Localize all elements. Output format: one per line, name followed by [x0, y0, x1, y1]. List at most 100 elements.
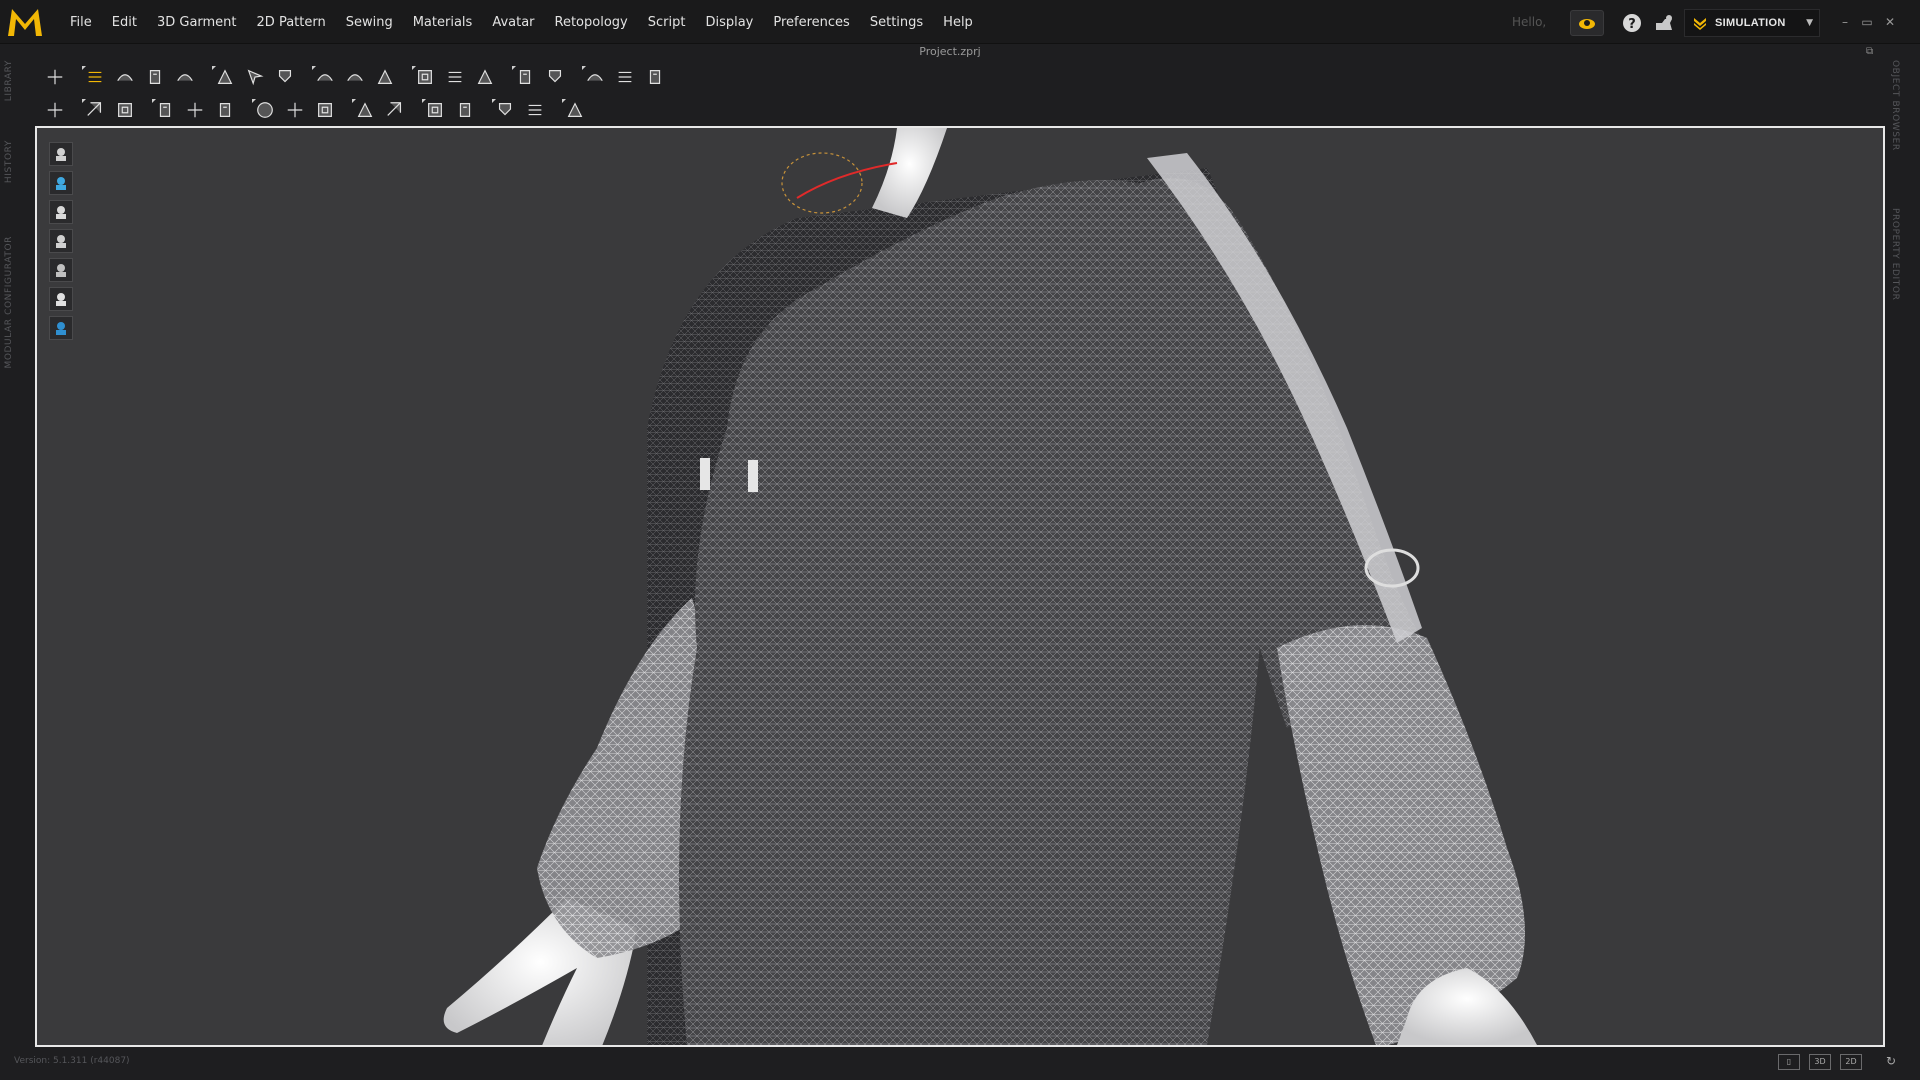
- mode-selector[interactable]: SIMULATION ▼: [1684, 9, 1820, 37]
- reset-2d-icon[interactable]: [270, 64, 300, 90]
- free-sewing-icon[interactable]: [340, 64, 370, 90]
- fold-arrangement-icon[interactable]: [170, 64, 200, 90]
- button-icon[interactable]: [250, 97, 280, 123]
- tab-object-browser[interactable]: OBJECT BROWSER: [1890, 60, 1900, 151]
- mode-label: SIMULATION: [1715, 17, 1786, 29]
- version-text: Version: 5.1.311 (r44087): [14, 1056, 130, 1066]
- texture-icon[interactable]: [49, 258, 73, 282]
- globe-icon[interactable]: [49, 316, 73, 340]
- view-2d-button[interactable]: 2D: [1840, 1054, 1862, 1070]
- simulation-icon: [1694, 18, 1706, 30]
- restore-icon[interactable]: ▭: [1858, 14, 1876, 30]
- chevron-down-icon[interactable]: ▼: [1806, 18, 1813, 28]
- toolbar-separator: [400, 64, 410, 90]
- toolbar-separator: [70, 64, 80, 90]
- menu-preferences[interactable]: Preferences: [763, 15, 859, 30]
- transform-pattern-icon[interactable]: [80, 64, 110, 90]
- toolbar-bottom: [40, 96, 590, 124]
- sync-icon[interactable]: ↻: [1886, 1054, 1896, 1068]
- toolbar-separator: [480, 97, 490, 123]
- app-window: File Edit 3D Garment 2D Pattern Sewing Materi…: [0, 0, 1920, 1080]
- menu-3d-garment[interactable]: 3D Garment: [147, 15, 247, 30]
- fabric-icon[interactable]: [380, 97, 410, 123]
- menu-bar: File Edit 3D Garment 2D Pattern Sewing Materi…: [0, 0, 1920, 44]
- segment-sewing-icon[interactable]: [310, 64, 340, 90]
- menu-display[interactable]: Display: [695, 15, 763, 30]
- tab-modular-configurator[interactable]: MODULAR CONFIGURATOR: [4, 236, 14, 369]
- strengthen-icon[interactable]: [580, 64, 610, 90]
- menu-help[interactable]: Help: [933, 15, 983, 30]
- right-side-tabs: OBJECT BROWSER PROPERTY EDITOR: [1890, 56, 1912, 1056]
- fit-map-icon[interactable]: [560, 97, 590, 123]
- toolbar-separator: [200, 64, 210, 90]
- menu-script[interactable]: Script: [638, 15, 696, 30]
- drawcord-tip-right: [748, 460, 758, 492]
- gauge-icon[interactable]: [350, 97, 380, 123]
- edit-pattern-icon[interactable]: [110, 64, 140, 90]
- garment-view-icon[interactable]: [49, 142, 73, 166]
- select-sewing-icon[interactable]: [80, 97, 110, 123]
- single-view-button[interactable]: ▯: [1778, 1054, 1800, 1070]
- layers-icon[interactable]: [49, 229, 73, 253]
- avatar-silhouette-icon[interactable]: [49, 287, 73, 311]
- toolbar-separator: [300, 64, 310, 90]
- menu-sewing[interactable]: Sewing: [336, 15, 403, 30]
- help-icon[interactable]: ?: [1620, 11, 1644, 35]
- status-bar: Version: 5.1.311 (r44087) ▯ 3D 2D ↻: [0, 1050, 1920, 1080]
- menu-retopology[interactable]: Retopology: [545, 15, 638, 30]
- edit-sewing-icon[interactable]: [110, 97, 140, 123]
- fold-icon[interactable]: [540, 64, 570, 90]
- arrange-icon[interactable]: [210, 64, 240, 90]
- check-sewing-icon[interactable]: [370, 64, 400, 90]
- avatar-pose-icon[interactable]: [40, 97, 70, 123]
- toolbar-separator: [140, 97, 150, 123]
- cloud-icon[interactable]: [1570, 10, 1604, 36]
- menu-2d-pattern[interactable]: 2D Pattern: [247, 15, 336, 30]
- tack-on-avatar-icon[interactable]: [440, 64, 470, 90]
- menu-materials[interactable]: Materials: [403, 15, 483, 30]
- tape-icon[interactable]: [150, 97, 180, 123]
- toolbar-separator: [340, 97, 350, 123]
- greeting-text: Hello,: [1512, 15, 1547, 29]
- menu-avatar[interactable]: Avatar: [482, 15, 544, 30]
- fabric-sphere-icon[interactable]: [49, 171, 73, 195]
- toolbar-separator: [70, 97, 80, 123]
- view-3d-button[interactable]: 3D: [1809, 1054, 1831, 1070]
- 3d-viewport[interactable]: [35, 126, 1885, 1047]
- trim-icon[interactable]: [420, 97, 450, 123]
- tab-property-editor[interactable]: PROPERTY EDITOR: [1890, 208, 1900, 300]
- menu-file[interactable]: File: [60, 15, 102, 30]
- toolbar-separator: [410, 97, 420, 123]
- menu-settings[interactable]: Settings: [860, 15, 933, 30]
- close-icon[interactable]: ✕: [1881, 14, 1899, 30]
- select-move-icon[interactable]: [40, 64, 70, 90]
- shirring-icon[interactable]: [210, 97, 240, 123]
- tack-icon[interactable]: [410, 64, 440, 90]
- avatar-view-icon[interactable]: [49, 200, 73, 224]
- main-menu: File Edit 3D Garment 2D Pattern Sewing Materi…: [60, 0, 983, 44]
- tab-history[interactable]: HISTORY: [4, 140, 14, 183]
- fold-line-icon[interactable]: [180, 97, 210, 123]
- topstitch-icon[interactable]: [610, 64, 640, 90]
- puckering-icon[interactable]: [640, 64, 670, 90]
- pin-tool-icon[interactable]: [520, 97, 550, 123]
- popout-icon[interactable]: ⧉: [1866, 46, 1873, 57]
- svg-text:?: ?: [1628, 17, 1636, 32]
- select-mesh-icon[interactable]: [510, 64, 540, 90]
- measure-icon[interactable]: [450, 97, 480, 123]
- pin-icon[interactable]: [470, 64, 500, 90]
- grain-line-icon[interactable]: [490, 97, 520, 123]
- marvelous-logo-icon[interactable]: [6, 6, 44, 38]
- menu-edit[interactable]: Edit: [102, 15, 147, 30]
- reset-arrangement-icon[interactable]: [240, 64, 270, 90]
- toolbar-separator: [550, 97, 560, 123]
- buttonhole-icon[interactable]: [280, 97, 310, 123]
- zip-icon[interactable]: [310, 97, 340, 123]
- toolbar-separator: [570, 64, 580, 90]
- share-icon[interactable]: [1652, 11, 1676, 35]
- minimize-icon[interactable]: –: [1836, 14, 1854, 30]
- edit-curvature-icon[interactable]: [140, 64, 170, 90]
- toolbar-separator: [500, 64, 510, 90]
- tab-library[interactable]: LIBRARY: [4, 60, 14, 101]
- drawcord-tip-left: [700, 458, 710, 490]
